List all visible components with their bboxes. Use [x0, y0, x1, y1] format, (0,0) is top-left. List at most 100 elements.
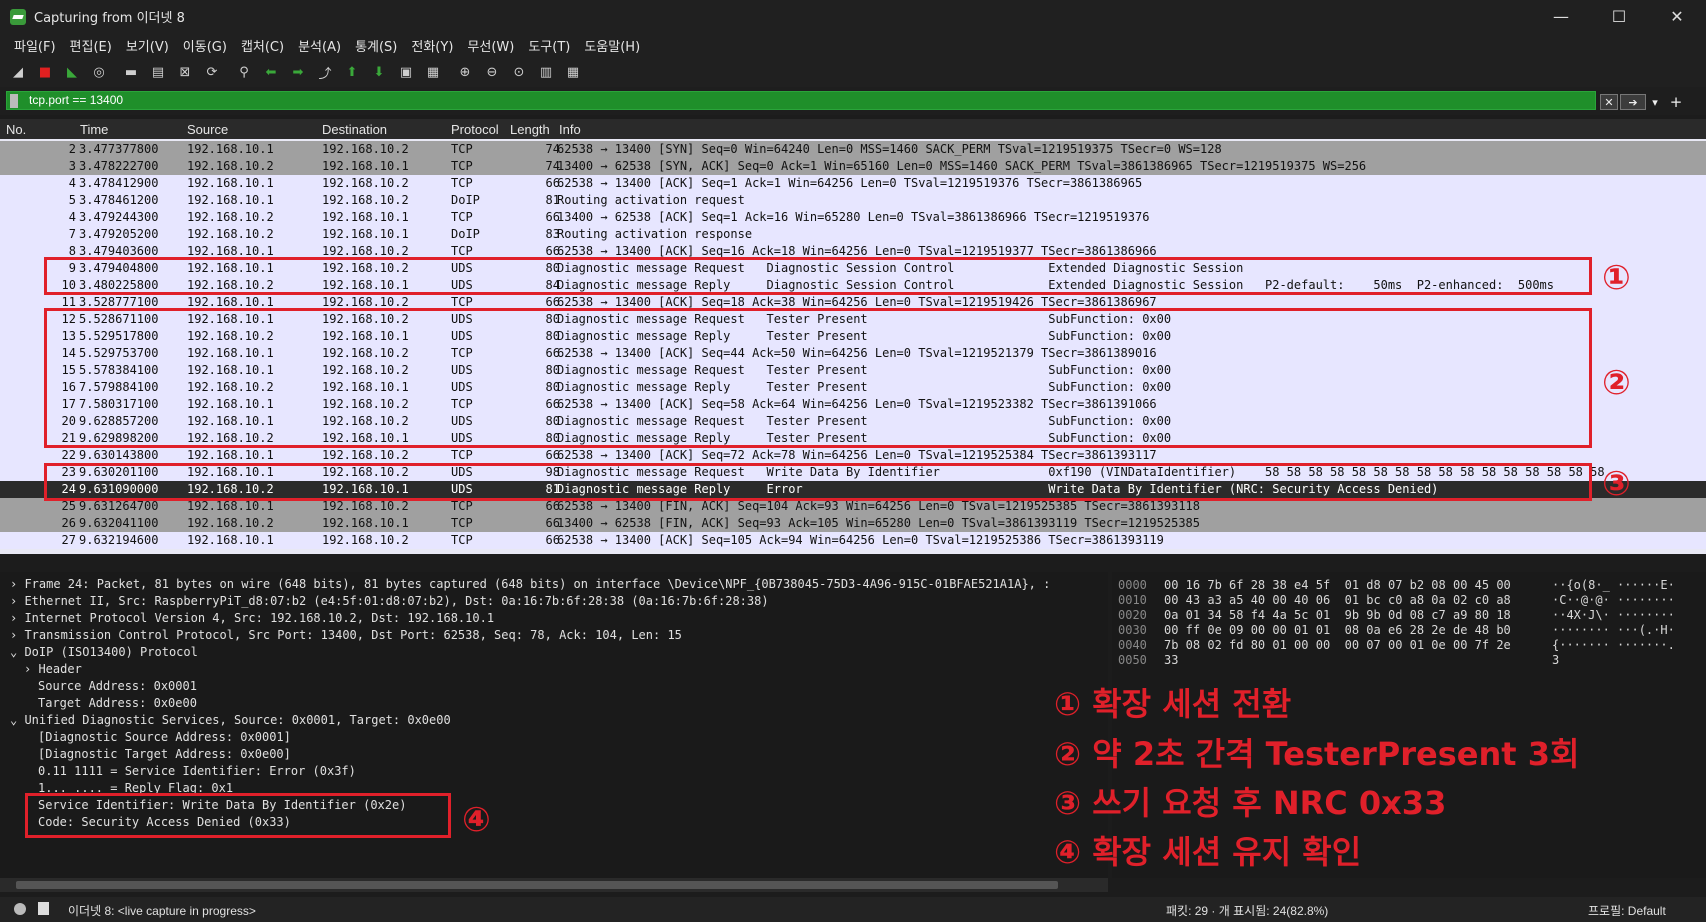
table-row[interactable]: 26 9.632041100 192.168.10.2 192.168.10.1 TCP… — [0, 515, 1706, 532]
cell-time: 3.477377800 — [79, 142, 159, 156]
table-row[interactable]: 22 9.630143800 192.168.10.1 192.168.10.2 TCP… — [0, 447, 1706, 464]
stop-icon[interactable]: ■ — [36, 63, 54, 81]
pane-splitter[interactable] — [0, 554, 1706, 572]
title-bar: Capturing from 이더넷 8 — ☐ ✕ — [0, 0, 1706, 33]
table-row[interactable]: 4 3.478412900 192.168.10.1 192.168.10.2 TCP 6… — [0, 175, 1706, 192]
cell-proto: TCP — [451, 210, 473, 224]
maximize-button[interactable]: ☐ — [1590, 0, 1648, 33]
table-row[interactable]: 7 3.479205200 192.168.10.2 192.168.10.1 DoIP… — [0, 226, 1706, 243]
detail-row[interactable]: › Ethernet II, Src: RaspberryPiT_d8:07:b… — [10, 593, 769, 610]
restart-icon[interactable]: ◣ — [63, 63, 81, 81]
cell-no: 5 — [68, 193, 76, 207]
column-info[interactable]: Info — [559, 122, 581, 137]
hex-ascii: ········ ···(.·H· — [1552, 623, 1675, 637]
cell-no: 3 — [68, 159, 76, 173]
cell-time: 3.479205200 — [79, 227, 159, 241]
hex-ascii: ·C··@·@· ········ — [1552, 593, 1675, 607]
menu-item-7[interactable]: 전화(Y) — [411, 36, 453, 55]
menu-item-0[interactable]: 파일(F) — [14, 36, 56, 55]
display-filter-input[interactable]: tcp.port == 13400 — [6, 91, 1596, 110]
first-icon[interactable]: ⬆ — [343, 63, 361, 81]
hex-ascii: ··{o(8·_ ······E· — [1552, 578, 1675, 592]
find-icon[interactable]: ⚲ — [235, 63, 253, 81]
cell-time: 9.630143800 — [79, 448, 159, 462]
column-source[interactable]: Source — [187, 122, 228, 137]
resize-columns-icon[interactable]: ▥ — [537, 63, 555, 81]
close-file-icon[interactable]: ⊠ — [176, 63, 194, 81]
detail-row[interactable]: 0.11 1111 = Service Identifier: Error (0… — [38, 763, 356, 780]
table-row[interactable]: 4 3.479244300 192.168.10.2 192.168.10.1 TCP 6… — [0, 209, 1706, 226]
cell-no: 7 — [68, 227, 76, 241]
detail-row[interactable]: Target Address: 0x0e00 — [38, 695, 197, 712]
column-length[interactable]: Length — [510, 122, 550, 137]
capture-comment-icon[interactable] — [38, 902, 49, 915]
column-no[interactable]: No. — [6, 122, 26, 137]
hex-ascii: 3 — [1552, 653, 1560, 667]
zoom-reset-icon[interactable]: ⊙ — [510, 63, 528, 81]
column-time[interactable]: Time — [80, 122, 108, 137]
table-row[interactable]: 2 3.477377800 192.168.10.1 192.168.10.2 TCP 7… — [0, 141, 1706, 158]
menu-item-6[interactable]: 통계(S) — [355, 36, 397, 55]
scrollbar-thumb[interactable] — [16, 881, 1058, 889]
cell-time: 3.478412900 — [79, 176, 159, 190]
menu-item-3[interactable]: 이동(G) — [183, 36, 227, 55]
filter-bookmark-icon[interactable] — [10, 94, 18, 108]
column-destination[interactable]: Destination — [322, 122, 387, 137]
filter-history-dropdown[interactable]: ▾ — [1648, 94, 1662, 110]
table-row[interactable]: 5 3.478461200 192.168.10.1 192.168.10.2 DoIP… — [0, 192, 1706, 209]
zoom-in-icon[interactable]: ⊕ — [456, 63, 474, 81]
back-icon[interactable]: ⬅ — [262, 63, 280, 81]
layout-icon[interactable]: ▦ — [564, 63, 582, 81]
goto-icon[interactable]: ⤴ — [316, 63, 334, 82]
add-filter-button[interactable]: + — [1668, 93, 1684, 111]
legend-item-4: ④ 확장 세션 유지 확인 — [1054, 833, 1362, 871]
zoom-out-icon[interactable]: ⊖ — [483, 63, 501, 81]
table-row[interactable]: 3 3.478222700 192.168.10.2 192.168.10.1 TCP 7… — [0, 158, 1706, 175]
annotation-marker-2: ② — [1602, 363, 1631, 403]
colorize-icon[interactable]: ▦ — [424, 63, 442, 81]
shark-fin-icon[interactable]: ◢ — [9, 63, 27, 81]
autoscroll-icon[interactable]: ▣ — [397, 63, 415, 81]
cell-src: 192.168.10.2 — [187, 516, 274, 530]
cell-no: 26 — [61, 516, 76, 530]
menu-item-8[interactable]: 무선(W) — [467, 36, 514, 55]
menu-item-9[interactable]: 도구(T) — [528, 36, 570, 55]
expert-info-icon[interactable] — [14, 903, 26, 915]
open-icon[interactable]: ▬ — [122, 63, 140, 81]
reload-icon[interactable]: ⟳ — [203, 63, 221, 81]
legend-item-3: ③ 쓰기 요청 후 NRC 0x33 — [1054, 784, 1447, 822]
detail-row[interactable]: › Transmission Control Protocol, Src Por… — [10, 627, 682, 644]
detail-row[interactable]: › Internet Protocol Version 4, Src: 192.… — [10, 610, 494, 627]
status-profile[interactable]: 프로필: Default — [1588, 902, 1666, 919]
save-icon[interactable]: ▤ — [149, 63, 167, 81]
detail-row[interactable]: [Diagnostic Target Address: 0x0e00] — [38, 746, 291, 763]
minimize-button[interactable]: — — [1532, 0, 1590, 33]
hex-ascii: ··4X·J\· ········ — [1552, 608, 1675, 622]
menu-item-4[interactable]: 캡처(C) — [241, 36, 284, 55]
forward-icon[interactable]: ➡ — [289, 63, 307, 81]
last-icon[interactable]: ⬇ — [370, 63, 388, 81]
cell-src: 192.168.10.1 — [187, 176, 274, 190]
menu-item-5[interactable]: 분석(A) — [298, 36, 341, 55]
detail-row[interactable]: ⌄ DoIP (ISO13400) Protocol — [10, 644, 198, 661]
detail-row[interactable]: › Header — [24, 661, 82, 678]
detail-row[interactable]: › Frame 24: Packet, 81 bytes on wire (64… — [10, 576, 1050, 593]
window-title: Capturing from 이더넷 8 — [34, 11, 185, 26]
options-icon[interactable]: ◎ — [90, 63, 108, 81]
cell-no: 22 — [61, 448, 76, 462]
hex-bytes: 00 43 a3 a5 40 00 40 06 01 bc c0 a8 0a 0… — [1164, 593, 1511, 607]
table-row[interactable]: 27 9.632194600 192.168.10.1 192.168.10.2 TCP… — [0, 532, 1706, 549]
menu-item-2[interactable]: 보기(V) — [126, 36, 169, 55]
apply-filter-button[interactable]: ➔ — [1620, 94, 1646, 110]
annotation-box-1 — [44, 257, 1592, 295]
column-protocol[interactable]: Protocol — [451, 122, 499, 137]
menu-item-10[interactable]: 도움말(H) — [584, 36, 640, 55]
detail-row[interactable]: Source Address: 0x0001 — [38, 678, 197, 695]
clear-filter-button[interactable]: ✕ — [1600, 94, 1618, 110]
detail-row[interactable]: [Diagnostic Source Address: 0x0001] — [38, 729, 291, 746]
details-horizontal-scrollbar[interactable] — [0, 878, 1108, 892]
detail-row[interactable]: ⌄ Unified Diagnostic Services, Source: 0… — [10, 712, 451, 729]
close-button[interactable]: ✕ — [1648, 0, 1706, 33]
menu-item-1[interactable]: 편집(E) — [70, 36, 112, 55]
cell-no: 4 — [68, 176, 76, 190]
